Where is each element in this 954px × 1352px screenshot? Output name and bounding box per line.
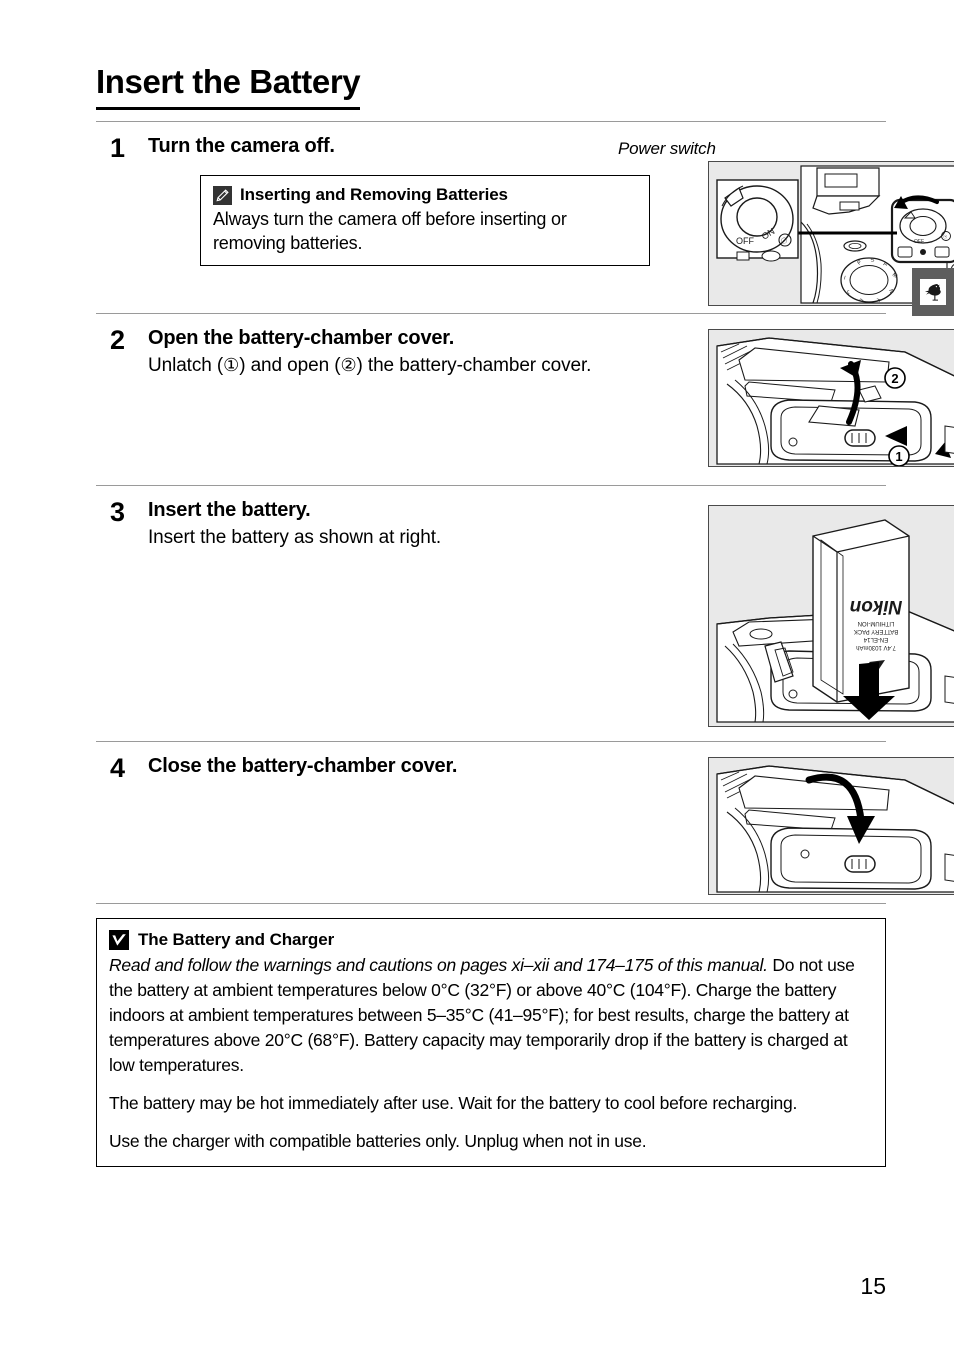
divider-below-step-4 — [96, 903, 886, 904]
svg-text:LITHIUM-ION: LITHIUM-ION — [858, 620, 895, 626]
svg-text:7.4V 1030mAh: 7.4V 1030mAh — [856, 644, 896, 650]
page-number: 15 — [860, 1273, 886, 1299]
marker-two: ② — [340, 355, 357, 376]
divider-above-step-4 — [96, 741, 886, 742]
title-block: Insert the Battery — [96, 62, 886, 110]
step-3-text: Insert the battery as shown at right. — [148, 527, 442, 548]
power-switch-caption: Power switch — [618, 139, 716, 158]
step-2-text-part-3: ) the battery-chamber cover. — [356, 355, 592, 376]
divider-above-step-3 — [96, 485, 886, 486]
svg-text:2: 2 — [891, 371, 898, 386]
note-box-inserting-removing: Inserting and Removing Batteries Always … — [200, 175, 650, 266]
step-2-number: 2 — [110, 325, 126, 355]
step-2-text: Unlatch (①) and open (②) the battery-cha… — [148, 353, 618, 379]
warning-paragraph-2: The battery may be hot immediately after… — [109, 1093, 798, 1113]
step-2-text-part-2: ) and open ( — [239, 355, 341, 376]
note-box-body: Always turn the camera off before insert… — [213, 209, 567, 253]
warning-paragraph-1-italic: Read and follow the warnings and caution… — [109, 955, 768, 975]
caution-check-icon — [109, 930, 129, 950]
svg-text:1: 1 — [895, 449, 902, 464]
svg-text:BATTERY PACK: BATTERY PACK — [854, 628, 899, 634]
svg-text:☉: ☉ — [781, 237, 788, 246]
illustration-step-2-open-cover: 1 2 — [708, 329, 954, 467]
step-2-heading: Open the battery-chamber cover. — [148, 327, 455, 349]
manual-page: Insert the Battery 1 Turn the camera off… — [0, 0, 954, 1352]
warning-paragraph-1: Read and follow the warnings and caution… — [109, 953, 873, 1078]
step-1-number: 1 — [110, 133, 126, 163]
svg-text:OFF: OFF — [914, 239, 924, 245]
step-2-text-part-1: Unlatch ( — [148, 355, 224, 376]
note-box-heading: Inserting and Removing Batteries — [240, 185, 508, 204]
step-2-body: Open the battery-chamber cover. Unlatch … — [148, 325, 618, 379]
warning-paragraph-3: Use the charger with compatible batterie… — [109, 1131, 647, 1151]
page-title: Insert the Battery — [96, 62, 361, 110]
step-3-heading: Insert the battery. — [148, 499, 311, 521]
note-box-header: Inserting and Removing Batteries — [213, 184, 637, 206]
illustration-step-4-close-cover — [708, 757, 954, 895]
warning-box-header: The Battery and Charger — [109, 929, 873, 951]
divider-above-step-2 — [96, 313, 886, 314]
step-4-number: 4 — [110, 753, 126, 783]
off-label: OFF — [736, 236, 754, 246]
svg-text:Nikon: Nikon — [850, 596, 903, 617]
warning-box-heading: The Battery and Charger — [138, 930, 335, 949]
marker-one: ① — [223, 355, 240, 376]
svg-text:☉: ☉ — [943, 235, 948, 241]
divider-above-step-1 — [96, 121, 886, 122]
pencil-icon — [213, 185, 232, 205]
illustration-step-3-insert-battery: 7.4V 1030mAh EN-EL14 BATTERY PACK LITHIU… — [708, 505, 954, 727]
step-3-number: 3 — [110, 497, 126, 527]
side-tab-marker — [912, 268, 954, 316]
warning-box-battery-charger: The Battery and Charger Read and follow … — [96, 918, 886, 1167]
step-4-heading: Close the battery-chamber cover. — [148, 755, 458, 777]
step-1-heading: Turn the camera off. — [148, 135, 335, 157]
step-4-body: Close the battery-chamber cover. — [148, 753, 618, 779]
rooster-icon — [920, 279, 946, 305]
step-3-body: Insert the battery. Insert the battery a… — [148, 497, 618, 551]
step-1-body: Turn the camera off. Inserting and Remov… — [148, 133, 650, 266]
svg-text:EN-EL14: EN-EL14 — [863, 636, 888, 642]
